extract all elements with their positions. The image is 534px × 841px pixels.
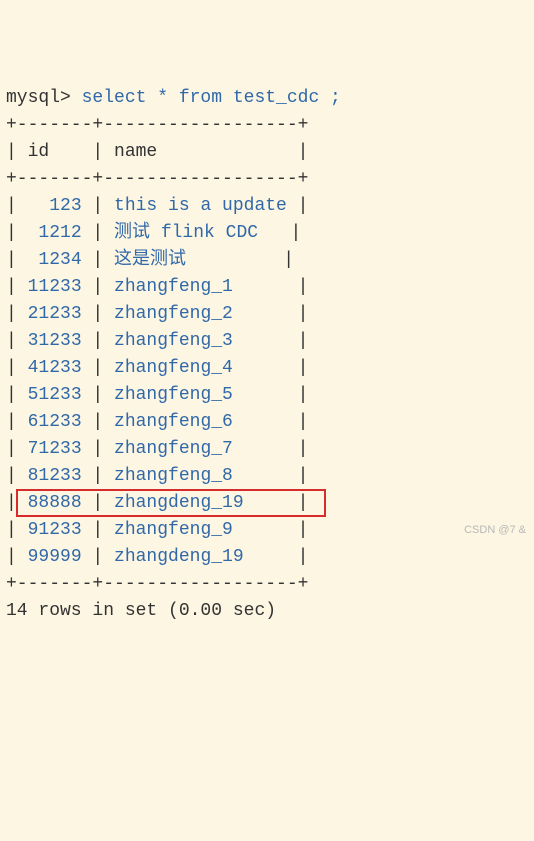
cell-id: 88888 — [28, 490, 82, 517]
table-border-bottom: +-------+------------------+ — [6, 574, 308, 594]
col-header-name: name — [114, 142, 157, 162]
cell-id: 21233 — [28, 301, 82, 328]
cell-name: zhangfeng_4 — [114, 355, 287, 382]
cell-name: zhangfeng_9 — [114, 517, 287, 544]
cell-id: 31233 — [28, 328, 82, 355]
cell-id: 51233 — [28, 382, 82, 409]
cell-id: 71233 — [28, 436, 82, 463]
cell-name: zhangfeng_7 — [114, 436, 287, 463]
cell-name: this is a update — [114, 193, 287, 220]
table-row: | 41233 | zhangfeng_4 | — [6, 355, 528, 382]
table-row: | 88888 | zhangdeng_19 | — [6, 490, 528, 517]
cell-name: zhangfeng_3 — [114, 328, 287, 355]
terminal-output: mysql> select * from test_cdc ; +-------… — [6, 85, 528, 625]
cell-id: 91233 — [28, 517, 82, 544]
table-row: | 123 | this is a update | — [6, 193, 528, 220]
cell-id: 81233 — [28, 463, 82, 490]
result-footer: 14 rows in set (0.00 sec) — [6, 601, 276, 621]
cell-name: zhangfeng_6 — [114, 409, 287, 436]
cell-name: zhangdeng_19 — [114, 544, 287, 571]
table-rows: | 123 | this is a update || 1212 | 测试 fl… — [6, 193, 528, 571]
table-border-top: +-------+------------------+ — [6, 115, 308, 135]
table-row: | 51233 | zhangfeng_5 | — [6, 382, 528, 409]
table-row: | 81233 | zhangfeng_8 | — [6, 463, 528, 490]
table-row: | 1234 | 这是测试 | — [6, 247, 528, 274]
sql-query: select * from test_cdc ; — [71, 88, 341, 108]
cell-id: 123 — [28, 193, 82, 220]
cell-name: zhangfeng_8 — [114, 463, 287, 490]
cell-name: zhangfeng_5 — [114, 382, 287, 409]
cell-name: 这是测试 — [114, 247, 272, 274]
cell-name: 测试 flink CDC — [114, 220, 280, 247]
cell-name: zhangdeng_19 — [114, 490, 287, 517]
cell-id: 1212 — [28, 220, 82, 247]
table-row: | 31233 | zhangfeng_3 | — [6, 328, 528, 355]
col-header-id: id — [28, 142, 50, 162]
mysql-prompt: mysql> — [6, 88, 71, 108]
table-row: | 99999 | zhangdeng_19 | — [6, 544, 528, 571]
table-row: | 91233 | zhangfeng_9 | — [6, 517, 528, 544]
watermark: CSDN @7 & — [464, 522, 526, 539]
cell-id: 99999 — [28, 544, 82, 571]
table-row: | 21233 | zhangfeng_2 | — [6, 301, 528, 328]
table-row: | 1212 | 测试 flink CDC | — [6, 220, 528, 247]
cell-id: 41233 — [28, 355, 82, 382]
cell-name: zhangfeng_2 — [114, 301, 287, 328]
table-row: | 61233 | zhangfeng_6 | — [6, 409, 528, 436]
cell-name: zhangfeng_1 — [114, 274, 287, 301]
table-border-mid: +-------+------------------+ — [6, 169, 308, 189]
table-row: | 71233 | zhangfeng_7 | — [6, 436, 528, 463]
cell-id: 11233 — [28, 274, 82, 301]
table-row: | 11233 | zhangfeng_1 | — [6, 274, 528, 301]
cell-id: 1234 — [28, 247, 82, 274]
cell-id: 61233 — [28, 409, 82, 436]
pipe: | — [6, 142, 28, 162]
